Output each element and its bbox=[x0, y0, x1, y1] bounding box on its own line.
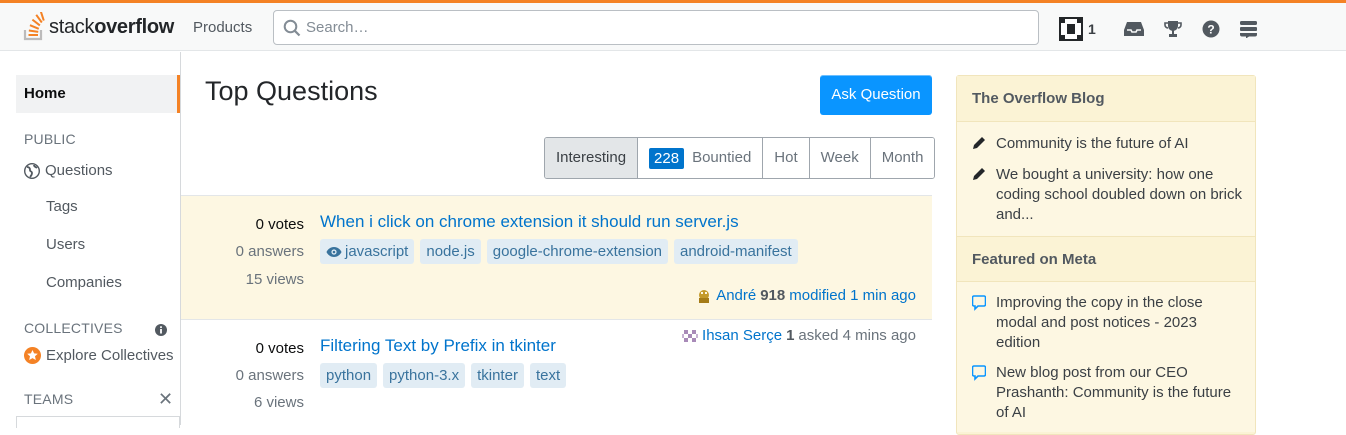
user-reputation: 918 bbox=[760, 287, 786, 304]
user-name-link[interactable]: André bbox=[716, 287, 756, 304]
pencil-icon bbox=[973, 168, 985, 180]
view-count: 15 views bbox=[245, 271, 304, 288]
tag-android-manifest[interactable]: android-manifest bbox=[674, 239, 798, 264]
tag-python[interactable]: python bbox=[320, 363, 378, 388]
sidebar-item-tags[interactable]: Tags bbox=[46, 198, 78, 215]
vote-count: 0 votes bbox=[255, 216, 304, 233]
right-sidebar-widget: The Overflow Blog Community is the futur… bbox=[956, 75, 1256, 435]
meta-heading: Featured on Meta bbox=[957, 236, 1255, 282]
logo-text: stackoverflow bbox=[49, 15, 175, 38]
view-count: 6 views bbox=[253, 394, 304, 411]
tag-list: python python-3.x tkinter text bbox=[320, 363, 567, 388]
tag-google-chrome-extension[interactable]: google-chrome-extension bbox=[486, 239, 668, 264]
vote-count: 0 votes bbox=[255, 340, 304, 357]
tab-month[interactable]: Month bbox=[869, 138, 935, 178]
question-filter-tabs: Interesting 228 Bountied Hot Week Month bbox=[544, 137, 936, 179]
tag-text[interactable]: text bbox=[529, 363, 567, 388]
sidebar-heading-public: PUBLIC bbox=[24, 131, 76, 147]
sidebar-item-home[interactable]: Home bbox=[16, 75, 180, 113]
meta-item[interactable]: Improving the copy in the close modal an… bbox=[971, 293, 1242, 353]
close-icon[interactable]: ✕ bbox=[158, 389, 173, 410]
sidebar-heading-collectives: COLLECTIVES bbox=[24, 320, 123, 336]
blog-item-link[interactable]: We bought a university: how one coding s… bbox=[996, 165, 1242, 225]
sidebar-item-questions[interactable]: Questions bbox=[24, 162, 113, 179]
sidebar-heading-teams: TEAMS bbox=[24, 391, 74, 407]
tab-bountied[interactable]: 228 Bountied bbox=[637, 138, 763, 178]
user-card: André 918 modified 1 min ago bbox=[696, 287, 916, 304]
bounty-count-badge: 228 bbox=[649, 147, 685, 169]
answer-count: 0 answers bbox=[235, 243, 304, 260]
search-box[interactable] bbox=[273, 10, 1039, 45]
teams-promo-box bbox=[16, 416, 180, 428]
info-icon[interactable] bbox=[155, 324, 167, 336]
sidebar-item-companies[interactable]: Companies bbox=[46, 274, 122, 291]
help-button[interactable]: ? bbox=[1202, 15, 1220, 42]
pencil-icon bbox=[973, 137, 985, 149]
eye-icon bbox=[326, 246, 342, 257]
question-summary: 0 votes 0 answers 15 views When i click … bbox=[181, 195, 932, 320]
meta-list: Improving the copy in the close modal an… bbox=[957, 282, 1255, 432]
tag-list: javascript node.js google-chrome-extensi… bbox=[320, 239, 798, 264]
site-switcher-button[interactable] bbox=[1240, 15, 1257, 42]
tab-interesting[interactable]: Interesting bbox=[545, 138, 638, 178]
tag-tkinter[interactable]: tkinter bbox=[471, 363, 524, 388]
blog-item[interactable]: Community is the future of AI bbox=[972, 134, 1242, 156]
user-card: Ihsan Serçe 1 asked 4 mins ago bbox=[682, 327, 916, 344]
globe-icon bbox=[24, 162, 40, 179]
tag-javascript[interactable]: javascript bbox=[320, 239, 415, 264]
meta-item[interactable]: New blog post from our CEO Prashanth: Co… bbox=[971, 363, 1242, 423]
help-icon: ? bbox=[1202, 20, 1220, 37]
sidebar-item-users[interactable]: Users bbox=[46, 236, 85, 253]
meta-item-link[interactable]: Improving the copy in the close modal an… bbox=[996, 293, 1242, 353]
question-title-link[interactable]: Filtering Text by Prefix in tkinter bbox=[320, 336, 556, 356]
ask-question-button[interactable]: Ask Question bbox=[820, 75, 932, 115]
tab-week[interactable]: Week bbox=[808, 138, 870, 178]
collectives-icon bbox=[24, 347, 41, 364]
search-input[interactable] bbox=[306, 11, 1026, 44]
sidebar-item-label: Explore Collectives bbox=[46, 347, 174, 364]
inbox-button[interactable] bbox=[1124, 15, 1144, 42]
activity-link[interactable]: modified 1 min ago bbox=[789, 287, 916, 304]
chat-bubble-icon bbox=[971, 295, 987, 311]
tag-label: javascript bbox=[345, 243, 409, 260]
profile-button[interactable]: 1 bbox=[1059, 15, 1096, 42]
blog-item-link[interactable]: Community is the future of AI bbox=[996, 134, 1189, 156]
activity-text[interactable]: asked 4 mins ago bbox=[798, 327, 916, 344]
blog-heading: The Overflow Blog bbox=[957, 76, 1255, 122]
stackoverflow-logo-icon bbox=[23, 12, 45, 41]
avatar bbox=[1059, 16, 1083, 41]
sidebar-item-label: Questions bbox=[45, 162, 113, 179]
answer-count: 0 answers bbox=[235, 367, 304, 384]
left-sidebar: Home PUBLIC Questions Tags Users Compani… bbox=[0, 52, 181, 428]
tag-nodejs[interactable]: node.js bbox=[420, 239, 481, 264]
blog-list: Community is the future of AI We bought … bbox=[957, 122, 1255, 236]
site-switcher-icon bbox=[1240, 20, 1257, 38]
sidebar-item-explore-collectives[interactable]: Explore Collectives bbox=[24, 347, 174, 364]
inbox-icon bbox=[1124, 21, 1144, 36]
chat-bubble-icon bbox=[971, 365, 987, 381]
user-reputation: 1 bbox=[786, 327, 795, 344]
user-avatar-icon[interactable] bbox=[682, 327, 699, 344]
tab-label: Bountied bbox=[692, 149, 752, 166]
meta-item-link[interactable]: New blog post from our CEO Prashanth: Co… bbox=[996, 363, 1242, 423]
reputation-count: 1 bbox=[1088, 20, 1096, 37]
stackoverflow-logo[interactable]: stackoverflow bbox=[22, 12, 174, 42]
tab-hot[interactable]: Hot bbox=[762, 138, 809, 178]
products-menu[interactable]: Products bbox=[181, 11, 264, 44]
search-icon bbox=[283, 19, 301, 37]
svg-text:?: ? bbox=[1207, 22, 1214, 36]
tag-python-3x[interactable]: python-3.x bbox=[383, 363, 466, 388]
top-bar: stackoverflow Products 1 ? bbox=[0, 0, 1346, 51]
user-avatar-icon[interactable] bbox=[696, 287, 713, 304]
achievements-button[interactable] bbox=[1164, 15, 1182, 42]
trophy-icon bbox=[1164, 20, 1182, 37]
page-title: Top Questions bbox=[205, 76, 378, 106]
question-summary: 0 votes 0 answers 6 views Filtering Text… bbox=[181, 319, 932, 429]
question-title-link[interactable]: When i click on chrome extension it shou… bbox=[320, 212, 739, 232]
blog-item[interactable]: We bought a university: how one coding s… bbox=[972, 165, 1242, 225]
user-name-link[interactable]: Ihsan Serçe bbox=[702, 327, 782, 344]
